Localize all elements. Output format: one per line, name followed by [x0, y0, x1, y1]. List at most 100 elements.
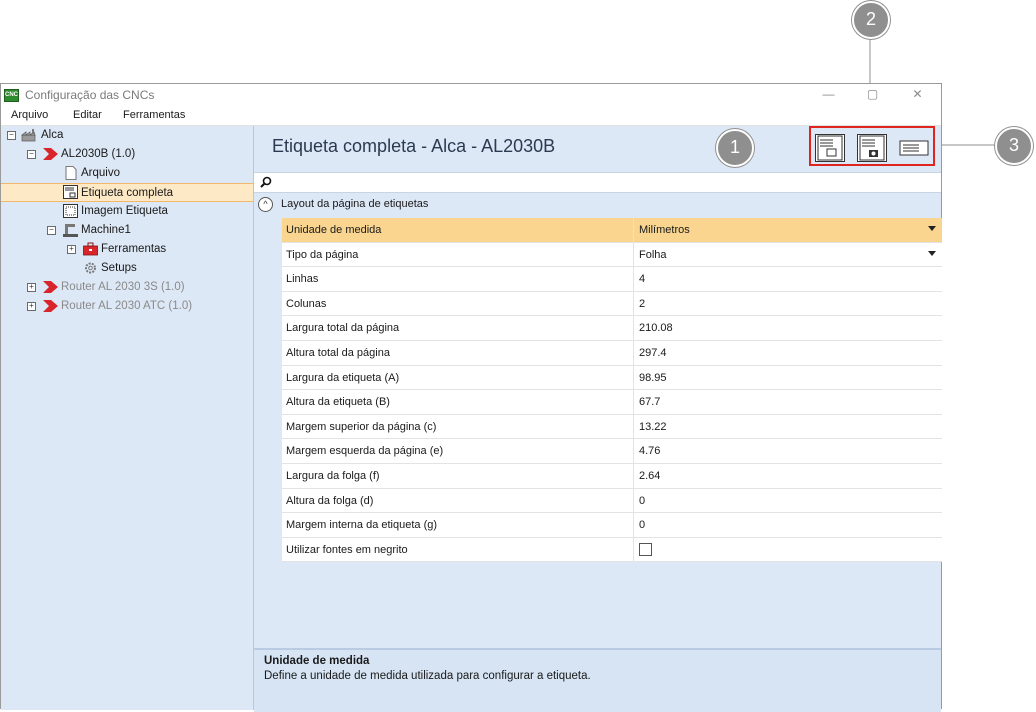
label-sheet-icon: [63, 185, 78, 199]
tree-label: AL2030B (1.0): [61, 148, 136, 160]
column-divider: [633, 242, 634, 267]
property-row[interactable]: Tipo da página Folha: [282, 242, 942, 268]
expand-icon[interactable]: +: [27, 302, 36, 311]
property-name: Altura total da página: [286, 346, 390, 359]
tree-item-setups[interactable]: Setups: [1, 259, 253, 278]
property-name: Margem interna da etiqueta (g): [286, 519, 438, 532]
collapse-icon[interactable]: −: [7, 131, 16, 140]
label-image-icon: [63, 204, 78, 218]
tree-item-router-atc[interactable]: + Router AL 2030 ATC (1.0): [1, 297, 253, 316]
tree-label: Etiqueta completa: [81, 187, 174, 199]
property-value[interactable]: 2.64: [639, 470, 660, 482]
property-name: Tipo da página: [286, 248, 359, 261]
property-row[interactable]: Largura total da página 210.08: [282, 316, 942, 341]
property-row[interactable]: Margem esquerda da página (e) 4.76: [282, 439, 942, 464]
machine-arrow-icon: [43, 300, 58, 312]
property-row[interactable]: Margem interna da etiqueta (g) 0: [282, 513, 942, 538]
section-title: Layout da página de etiquetas: [281, 198, 429, 210]
dropdown-arrow-icon[interactable]: [928, 226, 936, 231]
minimize-button[interactable]: —: [806, 84, 851, 106]
property-row[interactable]: Altura da etiqueta (B) 67.7: [282, 390, 942, 415]
tree-item-arquivo[interactable]: Arquivo: [1, 164, 253, 183]
column-divider: [633, 267, 634, 291]
label-image-layout-icon[interactable]: [857, 134, 887, 162]
tree-item-al2030b[interactable]: − AL2030B (1.0): [1, 145, 253, 164]
tree-item-imagem-etiqueta[interactable]: Imagem Etiqueta: [1, 202, 253, 221]
property-value[interactable]: 0: [639, 495, 645, 507]
tree-label: Machine1: [81, 224, 131, 236]
title-bar: CNC Configuração das CNCs — ▢ ✕: [1, 84, 941, 106]
property-value[interactable]: Milímetros: [639, 224, 690, 236]
property-value[interactable]: 2: [639, 298, 645, 310]
property-value[interactable]: 210.08: [639, 322, 673, 334]
property-value[interactable]: 13.22: [639, 421, 667, 433]
tree-label: Router AL 2030 3S (1.0): [61, 281, 185, 293]
property-row[interactable]: Unidade de medida Milímetros: [282, 218, 942, 243]
config-tree: − Alca − AL2030B (1.0) Arquivo Etiqueta …: [1, 126, 254, 710]
property-value[interactable]: 67.7: [639, 396, 660, 408]
dropdown-arrow-icon[interactable]: [928, 250, 936, 256]
full-label-layout-icon[interactable]: [815, 134, 845, 162]
property-value[interactable]: 4: [639, 273, 645, 285]
expand-icon[interactable]: +: [27, 283, 36, 292]
collapse-icon[interactable]: −: [27, 150, 36, 159]
menu-editar[interactable]: Editar: [73, 109, 102, 121]
main-panel: Etiqueta completa - Alca - AL2030B ^ Lay…: [254, 126, 942, 712]
section-header[interactable]: ^ Layout da página de etiquetas: [254, 194, 941, 214]
callout-1: 1: [716, 129, 754, 167]
tree-item-router-3s[interactable]: + Router AL 2030 3S (1.0): [1, 278, 253, 297]
tree-label: Alca: [41, 129, 64, 141]
property-row[interactable]: Margem superior da página (c) 13.22: [282, 414, 942, 440]
menu-ferramentas[interactable]: Ferramentas: [123, 109, 185, 121]
column-divider: [633, 414, 634, 439]
expand-icon[interactable]: +: [67, 245, 76, 254]
app-window: CNC Configuração das CNCs — ▢ ✕ Arquivo …: [0, 83, 942, 712]
tree-item-ferramentas[interactable]: + Ferramentas: [1, 240, 253, 259]
property-row[interactable]: Largura da etiqueta (A) 98.95: [282, 365, 942, 391]
property-row[interactable]: Linhas 4: [282, 267, 942, 292]
tree-item-machine1[interactable]: − Machine1: [1, 221, 253, 240]
property-value[interactable]: 297.4: [639, 347, 667, 359]
callout-3: 3: [995, 127, 1033, 165]
simple-label-icon[interactable]: [899, 134, 929, 162]
chevron-up-icon[interactable]: ^: [258, 197, 273, 212]
description-title: Unidade de medida: [264, 655, 370, 667]
property-row[interactable]: Altura total da página 297.4: [282, 340, 942, 366]
property-value[interactable]: 0: [639, 519, 645, 531]
property-name: Altura da etiqueta (B): [286, 396, 390, 409]
property-value[interactable]: Folha: [639, 249, 667, 261]
tree-label: Router AL 2030 ATC (1.0): [61, 300, 193, 312]
close-button[interactable]: ✕: [895, 84, 940, 106]
search-bar[interactable]: [254, 172, 941, 193]
window-title: Configuração das CNCs: [25, 88, 155, 102]
column-divider: [633, 439, 634, 463]
tree-label: Imagem Etiqueta: [81, 205, 168, 217]
property-name: Linhas: [286, 273, 319, 286]
property-value[interactable]: 98.95: [639, 372, 667, 384]
property-row[interactable]: Largura da folga (f) 2.64: [282, 463, 942, 489]
column-divider: [633, 291, 634, 316]
column-divider: [633, 488, 634, 513]
column-divider: [633, 390, 634, 414]
bold-fonts-checkbox[interactable]: [639, 542, 652, 556]
column-divider: [633, 218, 634, 242]
property-row[interactable]: Altura da folga (d) 0: [282, 488, 942, 514]
callout-2: 2: [852, 1, 890, 39]
column-divider: [633, 463, 634, 488]
property-row[interactable]: Colunas 2: [282, 291, 942, 317]
property-name: Colunas: [286, 297, 327, 310]
machine-arrow-icon: [43, 148, 58, 160]
page-title: Etiqueta completa - Alca - AL2030B: [272, 136, 556, 156]
menu-arquivo[interactable]: Arquivo: [11, 109, 48, 121]
property-value[interactable]: 4.76: [639, 445, 660, 457]
property-name: Altura da folga (d): [286, 494, 374, 507]
column-divider: [633, 513, 634, 537]
property-row[interactable]: Utilizar fontes em negrito: [282, 537, 942, 563]
tree-item-alca[interactable]: − Alca: [1, 126, 253, 145]
maximize-button[interactable]: ▢: [850, 84, 895, 106]
menu-bar: Arquivo Editar Ferramentas: [1, 106, 941, 126]
collapse-icon[interactable]: −: [47, 226, 56, 235]
cnc-machine-icon: [63, 224, 78, 237]
machine-arrow-icon: [43, 281, 58, 293]
tree-item-etiqueta-completa[interactable]: Etiqueta completa: [1, 183, 253, 202]
